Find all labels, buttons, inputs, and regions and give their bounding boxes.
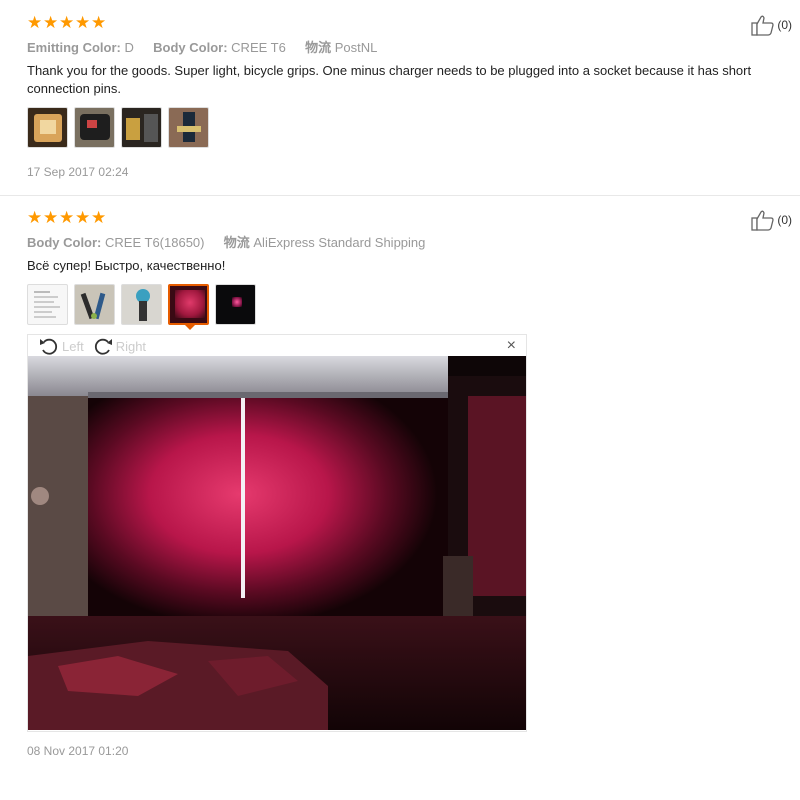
rotate-left-button[interactable]: Left — [38, 336, 84, 356]
review-thumbnails — [27, 284, 256, 325]
attribute-key: 物流 — [305, 40, 332, 55]
star-icon: ★ — [27, 13, 43, 32]
review-item: ★ ★ ★ ★ ★ (0) Body Color: CREE T6(18650)… — [0, 196, 800, 800]
attribute-value: AliExpress Standard Shipping — [253, 235, 426, 250]
review-text: Всё супер! Быстро, качественно! — [27, 258, 226, 273]
attribute-key: Body Color: — [153, 40, 228, 55]
thumbs-up-icon — [751, 15, 774, 36]
star-icon: ★ — [91, 208, 107, 227]
review-thumbnail[interactable] — [168, 284, 209, 325]
review-date: 17 Sep 2017 02:24 — [27, 165, 129, 179]
star-icon: ★ — [59, 13, 75, 32]
close-viewer-button[interactable]: × — [507, 337, 516, 355]
review-text: Thank you for the goods. Super light, bi… — [27, 63, 752, 96]
attribute-value: CREE T6(18650) — [105, 235, 205, 250]
attribute-key: 物流 — [223, 235, 250, 250]
helpful-button[interactable]: (0) — [751, 209, 792, 231]
image-viewer: Left Right × — [27, 334, 527, 732]
star-icon: ★ — [43, 208, 59, 227]
star-icon: ★ — [43, 13, 59, 32]
review-attributes: Emitting Color: D Body Color: CREE T6 物流… — [27, 37, 377, 56]
review-thumbnail[interactable] — [215, 284, 256, 325]
star-icon: ★ — [59, 208, 75, 227]
rotate-right-button[interactable]: Right — [92, 336, 146, 356]
review-date: 08 Nov 2017 01:20 — [27, 744, 129, 758]
review-thumbnails — [27, 107, 209, 148]
attribute-value: CREE T6 — [231, 40, 286, 55]
rotate-right-label: Right — [115, 338, 147, 354]
review-thumbnail[interactable] — [27, 284, 68, 325]
star-icon: ★ — [91, 13, 107, 32]
rating-stars: ★ ★ ★ ★ ★ — [27, 209, 106, 226]
active-thumbnail-pointer — [184, 324, 196, 330]
helpful-count: (0) — [777, 18, 792, 32]
review-photo — [28, 356, 526, 730]
attribute-key: Emitting Color: — [27, 40, 121, 55]
rating-stars: ★ ★ ★ ★ ★ — [27, 14, 106, 31]
star-icon: ★ — [75, 13, 91, 32]
star-icon: ★ — [75, 208, 91, 227]
helpful-count: (0) — [777, 213, 792, 227]
attribute-value: PostNL — [334, 40, 378, 55]
review-thumbnail[interactable] — [168, 107, 209, 148]
rotate-left-label: Left — [62, 338, 84, 354]
review-thumbnail[interactable] — [74, 107, 115, 148]
rotate-right-icon — [94, 338, 112, 355]
helpful-button[interactable]: (0) — [751, 14, 792, 36]
review-thumbnail[interactable] — [27, 107, 68, 148]
attribute-value: D — [124, 40, 134, 55]
review-thumbnail[interactable] — [121, 107, 162, 148]
review-item: ★ ★ ★ ★ ★ (0) Emitting Color: D Body Col… — [0, 0, 800, 196]
viewer-toolbar: Left Right — [38, 336, 150, 356]
star-icon: ★ — [27, 208, 43, 227]
review-thumbnail[interactable] — [74, 284, 115, 325]
review-attributes: Body Color: CREE T6(18650) 物流 AliExpress… — [27, 232, 425, 251]
photo-image — [28, 356, 526, 730]
attribute-key: Body Color: — [27, 235, 102, 250]
rotate-left-icon — [40, 338, 58, 355]
review-thumbnail[interactable] — [121, 284, 162, 325]
thumbs-up-icon — [751, 210, 774, 231]
